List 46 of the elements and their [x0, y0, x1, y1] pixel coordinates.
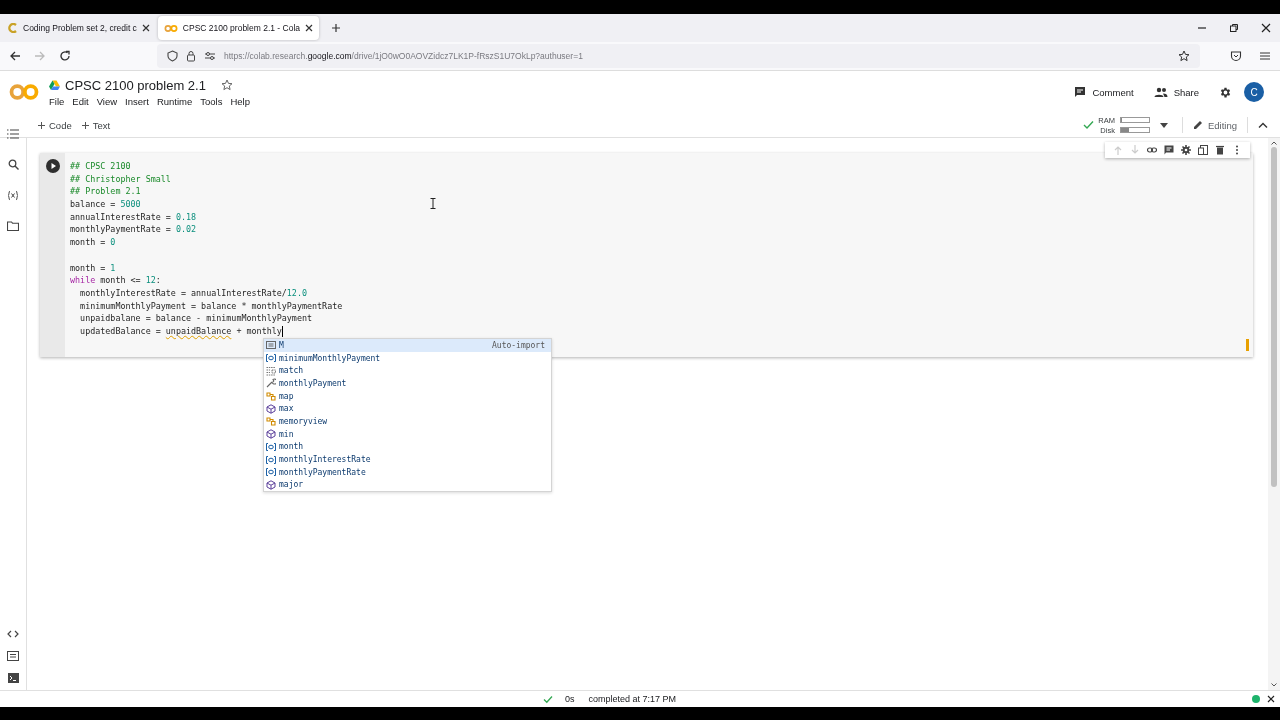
code-line: ## CPSC 2100: [70, 160, 131, 173]
code-line: ## Problem 2.1: [70, 185, 141, 199]
suggestion-item[interactable]: monthlyPaymentRate: [264, 465, 551, 479]
suggestion-item[interactable]: major: [264, 478, 551, 492]
suggestion-item[interactable]: month: [264, 440, 551, 454]
code-line: unpaidbalane = balance - minimumMonthlyPayment: [79, 312, 313, 325]
share-button[interactable]: Share: [1153, 86, 1199, 98]
menu-item[interactable]: Edit: [72, 95, 89, 107]
suggestion-item[interactable]: min: [264, 427, 551, 441]
code-line: month = 0: [70, 236, 116, 249]
notebook-title[interactable]: CPSC 2100 problem 2.1: [65, 77, 206, 93]
suggestion-item[interactable]: monthlyInterestRate: [264, 453, 551, 466]
menu-item[interactable]: Runtime: [156, 95, 193, 107]
add-cell-button[interactable]: Text: [81, 119, 111, 131]
browser-tab[interactable]: CPSC 2100 problem 2.1 - Cola: [157, 16, 320, 40]
menu-item[interactable]: Help: [230, 95, 250, 107]
menu-item[interactable]: View: [96, 95, 118, 107]
suggestion-item[interactable]: M Auto-import: [264, 339, 551, 352]
code-line: ## Christopher Small: [70, 172, 171, 186]
code-line: updatedBalance = unpaidBalance + monthly: [79, 324, 283, 338]
menu-item[interactable]: Tools: [200, 95, 223, 107]
code-line: month = 1: [70, 261, 116, 275]
tab-title: CPSC 2100 problem 2.1 - Cola: [182, 23, 301, 33]
account-avatar[interactable]: C: [1244, 82, 1264, 102]
comment-button[interactable]: Comment: [1074, 86, 1134, 98]
editing-mode-button[interactable]: Editing: [1192, 119, 1237, 131]
suggestion-item[interactable]: match: [264, 364, 551, 378]
code-line: annualInterestRate = 0.18: [70, 210, 197, 224]
menu-item[interactable]: File: [49, 95, 65, 107]
tab-title: Coding Problem set 2, credit c: [23, 23, 137, 33]
status-message: completed at 7:17 PM: [588, 694, 677, 704]
suggestion-item[interactable]: map: [264, 389, 551, 403]
suggestion-item[interactable]: max: [264, 402, 551, 416]
execution-time: 0s: [565, 694, 575, 704]
suggestion-item[interactable]: monthlyPayment: [264, 377, 551, 390]
add-cell-button[interactable]: Code: [38, 119, 72, 131]
code-line: monthlyInterestRate = annualInterestRate/12.0: [79, 286, 307, 300]
menu-item[interactable]: Insert: [125, 95, 149, 107]
code-line: minimumMonthlyPayment = balance * monthlyPaymentRate: [79, 299, 343, 313]
browser-tab[interactable]: Coding Problem set 2, credit c: [2, 16, 156, 40]
code-line: balance = 5000: [70, 198, 141, 211]
suggestion-item[interactable]: minimumMonthlyPayment: [264, 351, 551, 365]
code-line: monthlyPaymentRate = 0.02: [70, 223, 197, 237]
suggestion-item[interactable]: memoryview: [264, 415, 551, 428]
suggestion-detail: Auto-import: [492, 340, 545, 350]
code-line: while month <= 12:: [70, 274, 161, 287]
